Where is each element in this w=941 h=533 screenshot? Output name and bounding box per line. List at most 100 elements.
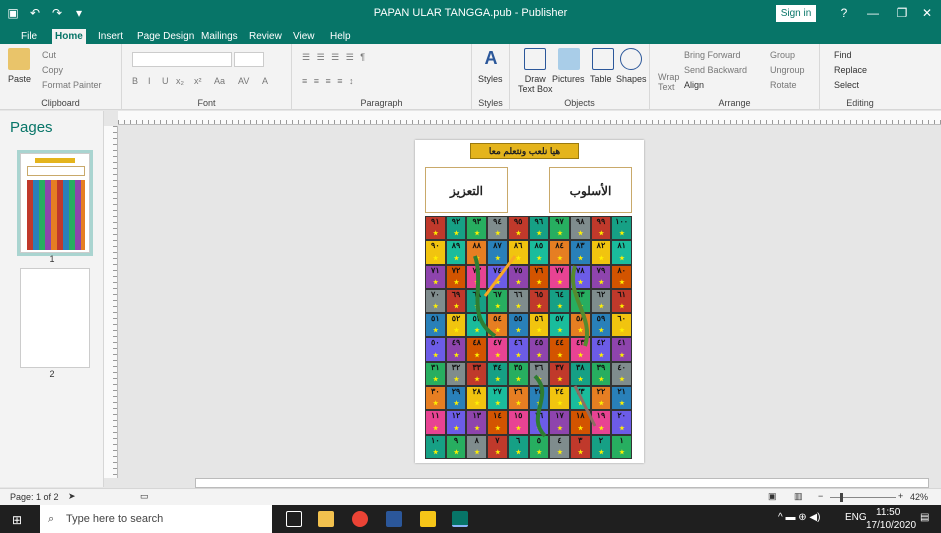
board-cell[interactable]: ٢٦ ★ <box>507 386 529 411</box>
board-cell[interactable]: ٨١ ★ <box>611 240 632 265</box>
board-cell[interactable]: ٥٤ ★ <box>487 313 508 338</box>
board-cell[interactable]: ٥٩ ★ <box>590 313 612 338</box>
minimize-button[interactable]: — <box>862 4 884 22</box>
font-size-input[interactable] <box>234 52 264 67</box>
draw-text-box-button[interactable]: Draw Text Box <box>518 74 553 94</box>
board-cell[interactable]: ٣٩ ★ <box>590 361 612 387</box>
task-view-icon[interactable] <box>286 511 302 527</box>
board-cell[interactable]: ٧٧ ★ <box>549 264 570 289</box>
tab-page-design[interactable]: Page Design <box>134 29 197 44</box>
snakes-ladders-board[interactable]: ٩١ ★ ٩٢ ★ ٩٣ ★ ٩٤ ★ ٩٥ ★ ٩٦ ★ ٩٧ ★ ٩٨ ★ ٩٩ ★ ١٠٠ ★ ٩٠ ★ ٨٩ ★ ٨٨ ★… <box>425 216 632 459</box>
tab-review[interactable]: Review <box>246 29 285 44</box>
board-cell[interactable]: ٣٢ ★ <box>445 361 467 387</box>
character-spacing-button[interactable]: AV <box>238 76 249 86</box>
group-button[interactable]: Group <box>770 50 795 60</box>
underline-button[interactable]: U <box>162 76 169 86</box>
board-cell[interactable]: ٢٣ ★ <box>569 386 591 411</box>
board-cell[interactable]: ٧٥ ★ <box>507 264 529 289</box>
board-cell[interactable]: ٦٨ ★ <box>466 288 488 314</box>
board-cell[interactable]: ٣٥ ★ <box>507 361 529 387</box>
board-cell[interactable]: ١٠٠ ★ <box>611 216 632 241</box>
board-cell[interactable]: ١ ★ <box>611 434 632 459</box>
board-cell[interactable]: ٤٦ ★ <box>507 337 529 362</box>
board-cell[interactable]: ٦٣ ★ <box>569 288 591 314</box>
board-cell[interactable]: ٨٧ ★ <box>487 240 508 265</box>
sticky-app-icon[interactable] <box>420 511 436 527</box>
board-cell[interactable]: ٦٩ ★ <box>445 288 467 314</box>
board-cell[interactable]: ٧٤ ★ <box>487 264 508 289</box>
board-cell[interactable]: ٩٥ ★ <box>507 216 529 241</box>
board-cell[interactable]: ٤٣ ★ <box>569 337 591 362</box>
board-cell[interactable]: ٩٣ ★ <box>466 216 488 241</box>
restore-button[interactable]: ❐ <box>891 4 913 22</box>
rotate-button[interactable]: Rotate <box>770 80 797 90</box>
select-button[interactable]: Select <box>834 80 859 90</box>
board-cell[interactable]: ٤٠ ★ <box>611 361 632 387</box>
clock-time[interactable]: 11:50 <box>876 507 900 518</box>
pictures-button[interactable]: Pictures <box>552 74 585 84</box>
board-cell[interactable]: ٤٩ ★ <box>445 337 467 362</box>
bullets-icon[interactable]: ☰ ☰ ☰ ☰ ¶ <box>302 52 367 63</box>
pictures-icon[interactable] <box>558 48 580 70</box>
tab-file[interactable]: File <box>18 29 40 44</box>
board-cell[interactable]: ٣٧ ★ <box>549 361 570 387</box>
board-cell[interactable]: ٧ ★ <box>487 434 508 459</box>
find-button[interactable]: Find <box>834 50 852 60</box>
page-count[interactable]: Page: 1 of 2 <box>10 492 59 502</box>
board-cell[interactable]: ٦٦ ★ <box>507 288 529 314</box>
font-color-button[interactable]: A <box>262 76 268 86</box>
page-thumbnail-1[interactable] <box>17 150 93 256</box>
board-cell[interactable]: ٨٤ ★ <box>549 240 570 265</box>
styles-button[interactable]: Styles <box>478 74 503 84</box>
tab-insert[interactable]: Insert <box>95 29 126 44</box>
board-cell[interactable]: ٥٢ ★ <box>445 313 467 338</box>
board-cell[interactable]: ٧٦ ★ <box>528 264 550 289</box>
superscript-button[interactable]: x² <box>194 76 202 86</box>
paste-button[interactable]: Paste <box>8 74 31 84</box>
language-indicator[interactable]: ENG <box>845 512 867 523</box>
layout-icon[interactable]: ▭ <box>140 491 149 502</box>
board-cell[interactable]: ٥٠ ★ <box>425 337 446 362</box>
board-cell[interactable]: ١٥ ★ <box>507 410 529 435</box>
wrap-text-button[interactable]: Wrap Text <box>658 72 679 92</box>
board-cell[interactable]: ٤٧ ★ <box>487 337 508 362</box>
replace-button[interactable]: Replace <box>834 65 867 75</box>
board-cell[interactable]: ٢٨ ★ <box>466 386 488 411</box>
board-cell[interactable]: ٦٢ ★ <box>590 288 612 314</box>
zoom-level[interactable]: 42% <box>910 492 928 502</box>
publisher-icon[interactable] <box>452 511 468 527</box>
board-cell[interactable]: ٦ ★ <box>507 434 529 459</box>
bring-forward-button[interactable]: Bring Forward <box>684 50 741 60</box>
board-cell[interactable]: ٦١ ★ <box>611 288 632 314</box>
paste-icon[interactable] <box>8 48 30 70</box>
zoom-slider[interactable] <box>830 493 896 502</box>
board-cell[interactable]: ٨٦ ★ <box>507 240 529 265</box>
table-icon[interactable] <box>592 48 614 70</box>
format-painter-button[interactable]: Format Painter <box>42 80 102 90</box>
board-cell[interactable]: ٢١ ★ <box>611 386 632 411</box>
board-cell[interactable]: ٤٥ ★ <box>528 337 550 362</box>
board-cell[interactable]: ٦٠ ★ <box>611 313 632 338</box>
board-cell[interactable]: ١٠ ★ <box>425 434 446 459</box>
taskbar-search-box[interactable]: ⌕ Type here to search <box>40 505 272 533</box>
board-cell[interactable]: ٥٦ ★ <box>528 313 550 338</box>
font-name-input[interactable] <box>132 52 232 67</box>
ungroup-button[interactable]: Ungroup <box>770 65 805 75</box>
sign-in-button[interactable]: Sign in <box>776 5 816 22</box>
board-cell[interactable]: ٦٤ ★ <box>549 288 570 314</box>
board-cell[interactable]: ٤ ★ <box>549 434 570 459</box>
board-cell[interactable]: ٢٠ ★ <box>611 410 632 435</box>
zoom-in-button[interactable]: + <box>898 491 903 501</box>
board-cell[interactable]: ٩٨ ★ <box>569 216 591 241</box>
board-cell[interactable]: ٦٥ ★ <box>528 288 550 314</box>
board-cell[interactable]: ٥١ ★ <box>425 313 446 338</box>
board-cell[interactable]: ٢٧ ★ <box>487 386 508 411</box>
board-cell[interactable]: ٣٦ ★ <box>528 361 550 387</box>
board-cell[interactable]: ٤٨ ★ <box>466 337 488 362</box>
board-cell[interactable]: ٨٨ ★ <box>466 240 488 265</box>
board-cell[interactable]: ١٧ ★ <box>549 410 570 435</box>
board-cell[interactable]: ١٦ ★ <box>528 410 550 435</box>
board-cell[interactable]: ٧٩ ★ <box>590 264 612 289</box>
board-cell[interactable]: ٢ ★ <box>590 434 612 459</box>
board-cell[interactable]: ٩٩ ★ <box>590 216 612 241</box>
